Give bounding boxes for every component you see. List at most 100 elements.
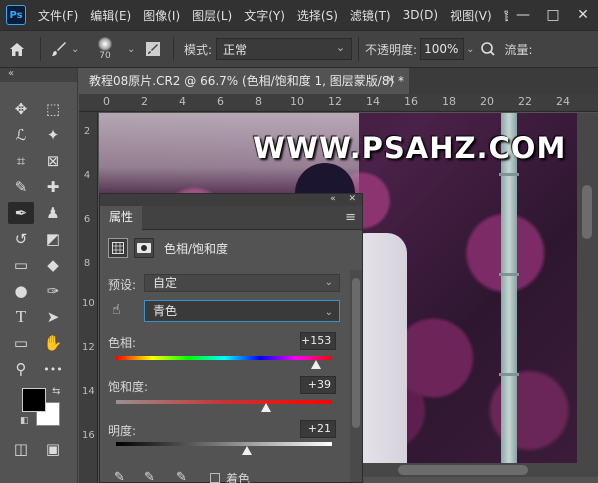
close-tab-icon[interactable]: ✕ bbox=[385, 68, 396, 94]
targeted-adjustment-hand-icon[interactable]: ☝ bbox=[112, 302, 121, 318]
swap-colors-icon[interactable]: ⇆ bbox=[52, 386, 60, 397]
chevron-down-icon[interactable]: ⌄ bbox=[71, 44, 83, 55]
preset-label: 预设: bbox=[108, 278, 137, 292]
close-panel-icon[interactable]: ✕ bbox=[348, 194, 356, 204]
hue-slider[interactable] bbox=[116, 356, 332, 360]
menu-edit[interactable]: 编辑(E) bbox=[90, 7, 131, 24]
menu-3d[interactable]: 3D(D) bbox=[403, 8, 438, 22]
toolbar-collapse-icon[interactable]: « bbox=[0, 68, 77, 82]
pen-tool-icon[interactable]: ✑ bbox=[40, 280, 66, 302]
marquee-tool-icon[interactable]: ⬚ bbox=[40, 98, 66, 120]
crop-tool-icon[interactable]: ⌗ bbox=[8, 150, 34, 172]
ruler-label: 16 bbox=[82, 430, 95, 441]
tab-properties[interactable]: 属性 bbox=[100, 206, 142, 230]
saturation-slider-thumb[interactable] bbox=[261, 403, 272, 412]
scroll-thumb[interactable] bbox=[398, 465, 528, 475]
eyedropper-tool-icon[interactable]: ✎ bbox=[8, 176, 34, 198]
chevron-down-icon[interactable]: ⌄ bbox=[466, 44, 474, 55]
vertical-scrollbar[interactable] bbox=[577, 113, 598, 463]
lasso-tool-icon[interactable]: ℒ bbox=[8, 124, 34, 146]
chevron-down-icon[interactable]: ⌄ bbox=[127, 44, 139, 55]
type-tool-icon[interactable]: T bbox=[8, 306, 34, 328]
blur-tool-icon[interactable]: ◆ bbox=[40, 254, 66, 276]
ruler-label: 10 bbox=[82, 298, 95, 309]
lightness-input[interactable]: +21 bbox=[300, 420, 336, 438]
menu-select[interactable]: 选择(S) bbox=[297, 7, 338, 24]
brush-size-picker[interactable]: 70 bbox=[83, 30, 127, 68]
saturation-input[interactable]: +39 bbox=[300, 376, 336, 394]
scroll-thumb[interactable] bbox=[582, 185, 592, 239]
channel-value: 青色 bbox=[153, 304, 178, 318]
divider bbox=[173, 37, 174, 61]
menu-filter[interactable]: 滤镜(T) bbox=[350, 7, 391, 24]
zoom-tool-icon[interactable]: ⚲ bbox=[8, 358, 34, 380]
hue-label: 色相: bbox=[108, 336, 137, 350]
blend-mode-value: 正常 bbox=[223, 42, 248, 57]
scroll-thumb[interactable] bbox=[352, 278, 360, 428]
minimize-icon[interactable]: — bbox=[508, 7, 538, 23]
divider bbox=[358, 37, 360, 61]
hand-tool-icon[interactable]: ✋ bbox=[40, 332, 66, 354]
brush-tool-preset-icon[interactable] bbox=[47, 41, 71, 57]
foreground-color-swatch[interactable] bbox=[22, 388, 46, 412]
home-icon[interactable] bbox=[0, 42, 34, 57]
brush-tool-icon[interactable]: ✒ bbox=[8, 202, 34, 224]
menu-file[interactable]: 文件(F) bbox=[38, 7, 78, 24]
healing-brush-icon[interactable]: ✚ bbox=[40, 176, 66, 198]
layer-mask-icon[interactable] bbox=[134, 238, 154, 258]
ruler-label: 0 bbox=[103, 95, 110, 108]
default-colors-icon[interactable]: ◧ bbox=[20, 416, 29, 426]
lightness-slider[interactable] bbox=[116, 442, 332, 446]
eyedropper-minus-icon[interactable]: ✎ bbox=[176, 470, 187, 483]
preset-select[interactable]: 自定 ⌄ bbox=[144, 274, 340, 292]
ruler-label: 10 bbox=[290, 95, 304, 108]
window-controls: — □ ✕ bbox=[508, 0, 598, 30]
collapse-panel-icon[interactable]: « bbox=[330, 194, 336, 204]
colorize-checkbox[interactable] bbox=[210, 473, 220, 483]
quick-mask-icon[interactable]: ◫ bbox=[8, 438, 34, 460]
lightness-slider-thumb[interactable] bbox=[241, 446, 252, 455]
document-tab[interactable]: 教程08原片.CR2 @ 66.7% (色相/饱和度 1, 图层蒙版/8) * … bbox=[79, 68, 409, 94]
saturation-slider[interactable] bbox=[116, 400, 332, 404]
opacity-input[interactable]: 100% bbox=[420, 38, 465, 60]
hue-saturation-adjustment-icon[interactable] bbox=[108, 238, 128, 258]
screen-mode-icon[interactable]: ▣ bbox=[40, 438, 66, 460]
maximize-icon[interactable]: □ bbox=[538, 7, 568, 23]
menu-image[interactable]: 图像(I) bbox=[143, 7, 180, 24]
flow-label: 流量: bbox=[504, 42, 533, 57]
close-icon[interactable]: ✕ bbox=[568, 7, 598, 23]
ruler-label: 22 bbox=[518, 95, 532, 108]
eyedropper-icon[interactable]: ✎ bbox=[114, 470, 125, 483]
bamboo-pole bbox=[501, 113, 517, 463]
ruler-label: 4 bbox=[179, 95, 186, 108]
magic-wand-icon[interactable]: ✦ bbox=[40, 124, 66, 146]
brush-settings-icon[interactable] bbox=[139, 41, 167, 57]
pressure-opacity-icon[interactable] bbox=[476, 41, 500, 57]
rectangle-tool-icon[interactable]: ▭ bbox=[8, 332, 34, 354]
options-bar: ⌄ 70 ⌄ 模式: 正常 ⌄ 不透明度: 100% ⌄ 流量: bbox=[0, 30, 598, 68]
eyedropper-plus-icon[interactable]: ✎ bbox=[144, 470, 155, 483]
menu-layer[interactable]: 图层(L) bbox=[192, 7, 232, 24]
blend-mode-select[interactable]: 正常 ⌄ bbox=[216, 38, 353, 60]
frame-tool-icon[interactable]: ⊠ bbox=[40, 150, 66, 172]
ruler-label: 6 bbox=[83, 214, 91, 225]
eraser-tool-icon[interactable]: ◩ bbox=[40, 228, 66, 250]
dodge-tool-icon[interactable]: ● bbox=[8, 280, 34, 302]
stamp-tool-icon[interactable]: ♟ bbox=[40, 202, 66, 224]
panel-scrollbar[interactable] bbox=[350, 270, 362, 482]
more-tools-icon[interactable]: ••• bbox=[40, 358, 66, 380]
hue-slider-thumb[interactable] bbox=[310, 360, 321, 369]
menu-type[interactable]: 文字(Y) bbox=[244, 7, 285, 24]
history-brush-icon[interactable]: ↺ bbox=[8, 228, 34, 250]
bamboo-node bbox=[499, 373, 519, 376]
panel-menu-icon[interactable]: ≡ bbox=[345, 210, 356, 225]
channel-select[interactable]: 青色 ⌄ bbox=[144, 300, 340, 322]
hue-input[interactable]: +153 bbox=[300, 332, 336, 350]
ruler-label: 14 bbox=[366, 95, 380, 108]
path-select-icon[interactable]: ➤ bbox=[40, 306, 66, 328]
horizontal-scrollbar[interactable] bbox=[360, 463, 598, 477]
brush-tip-preview bbox=[98, 37, 112, 51]
menu-view[interactable]: 视图(V) bbox=[450, 7, 492, 24]
move-tool-icon[interactable]: ✥ bbox=[8, 98, 34, 120]
gradient-tool-icon[interactable]: ▭ bbox=[8, 254, 34, 276]
